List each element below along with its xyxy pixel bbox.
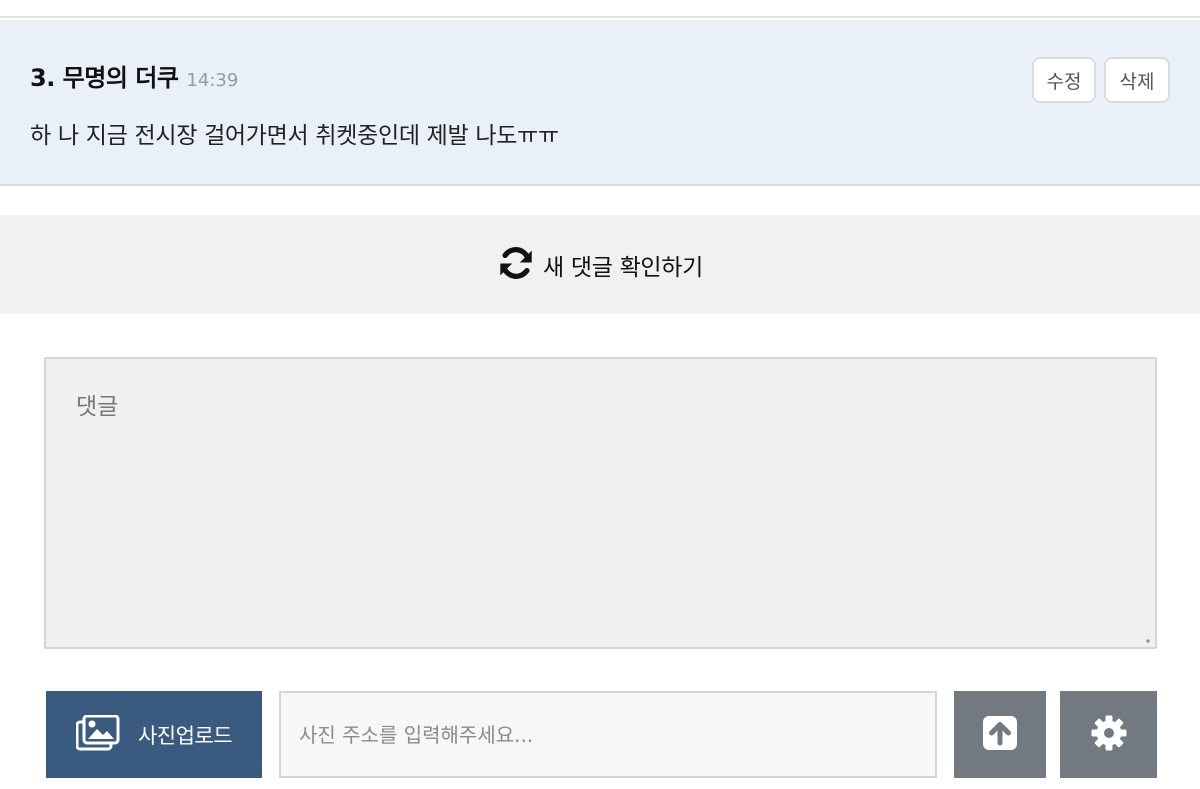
comment-text: 하 나 지금 전시장 걸어가면서 취켓중인데 제발 나도ㅠㅠ [30,123,559,149]
photo-url-field-wrapper [279,691,937,778]
top-divider [0,0,1200,18]
delete-button[interactable]: 삭제 [1104,57,1170,103]
comment-placeholder: 댓글 [76,394,119,420]
image-icon [75,714,138,755]
gear-icon [1090,714,1128,756]
arrow-up-icon [981,714,1019,756]
edit-button[interactable]: 수정 [1032,57,1096,103]
refresh-comments-button[interactable]: 새 댓글 확인하기 [0,215,1200,314]
photo-upload-label: 사진업로드 [137,723,233,748]
comment-textarea[interactable]: 댓글 [44,357,1157,649]
comment-header: 3. 무명의 더쿠 14:39 [30,58,238,93]
comment-item: 3. 무명의 더쿠 14:39 하 나 지금 전시장 걸어가면서 취켓중인데 제… [0,20,1200,186]
photo-upload-button[interactable]: 사진업로드 [46,691,262,778]
refresh-label: 새 댓글 확인하기 [542,254,704,281]
comment-time: 14:39 [186,70,239,91]
resize-handle-icon[interactable] [1145,638,1151,644]
photo-url-input[interactable] [281,693,935,776]
comment-author: 3. 무명의 더쿠 [30,64,179,92]
settings-button[interactable] [1060,691,1157,778]
upload-button[interactable] [954,691,1046,778]
refresh-icon [497,244,543,286]
